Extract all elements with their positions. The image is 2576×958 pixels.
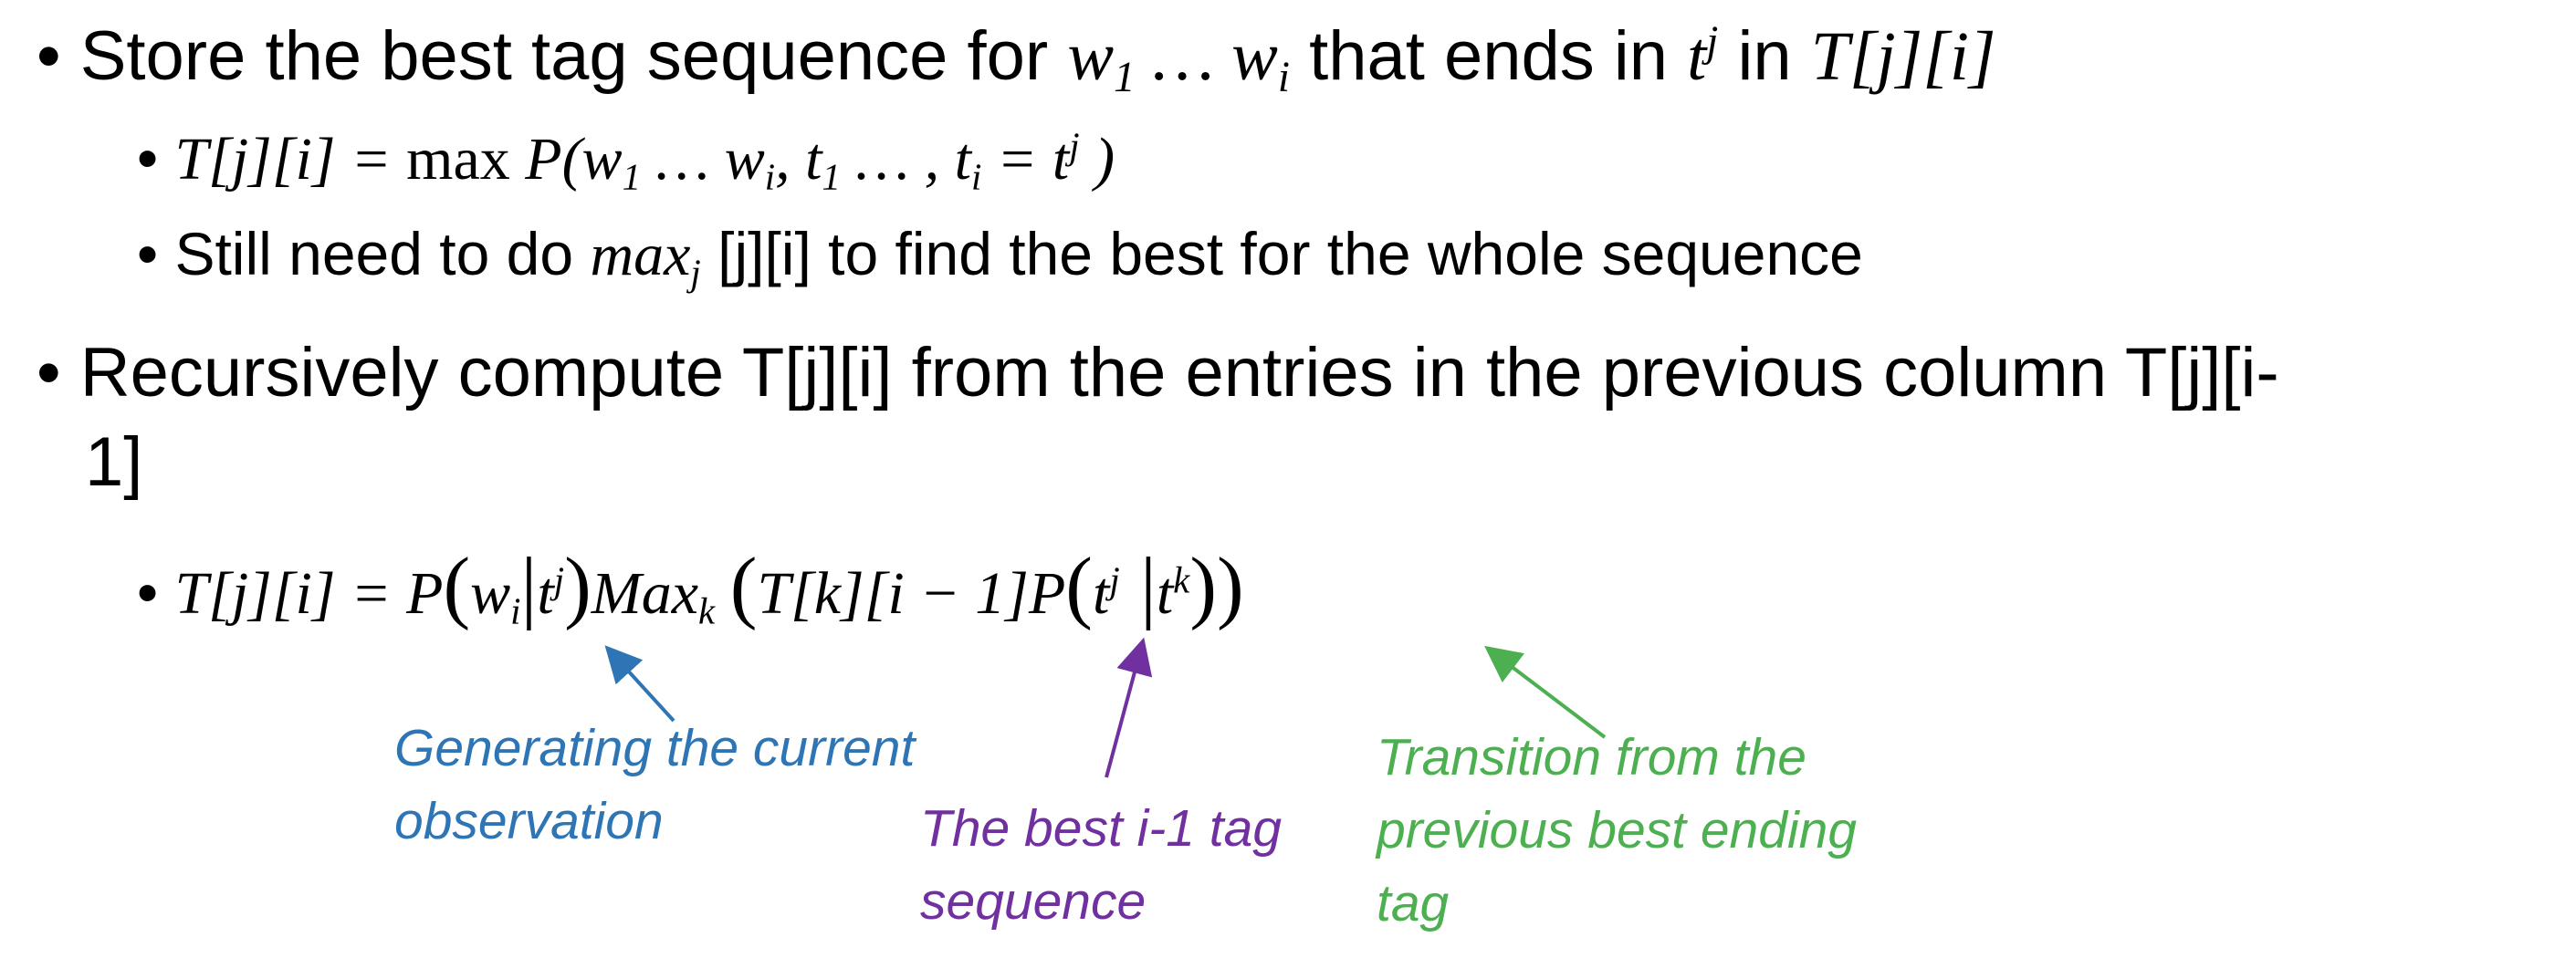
math-prob: P(w1 … wi, t1 … , ti = tj ) [525,125,1115,198]
annotation-purple-line-1: The best i-1 tag [920,799,1283,858]
math-w1: w1 [1067,18,1136,102]
annotation-blue-line-2: observation [394,792,664,850]
bullet-dot: • [37,334,80,411]
annotation-generating: Generating the current observation [394,712,915,858]
bullet-1-text: Store the best tag sequence for [79,17,1068,95]
bullet-1: • Store the best tag sequence for w1 … w… [37,16,1996,102]
bullet-2a: • T[j][i] = P(wi|tj)Maxk (T[k][i − 1]P(t… [137,540,1244,633]
bullet-2-line-1: Recursively compute T[j][i] from the ent… [79,334,2279,411]
bullet-dot: • [37,17,80,95]
math-tj: tj [1687,18,1719,95]
bullet-1-text-c: in [1718,17,1811,95]
bullet-1a: • T[j][i] = max P(w1 … wi, t1 … , ti = t… [137,123,1115,198]
annotation-green-line-2: previous best ending [1377,801,1858,859]
math-max: max [406,126,526,193]
bullet-dot: • [137,558,175,626]
math-formula: T[j][i] = P(wi|tj)Maxk (T[k][i − 1]P(tj … [174,542,1244,632]
bullet-1b: • Still need to do maxj [j][i] to find t… [137,219,1863,294]
math-wi: wi [1231,18,1290,102]
bullet-2-line-2: 1] [85,423,143,501]
annotation-green-line-3: tag [1377,874,1450,932]
bullet-1b-text-b: [j][i] to find the best for the whole se… [700,220,1863,287]
math-lhs: T[j][i] = [174,126,407,193]
bullet-1-text-b: that ends in [1289,17,1688,95]
arrow-purple [1105,637,1153,778]
annotation-blue-line-1: Generating the current [394,719,916,777]
bullet-1b-text-a: Still need to do [174,220,591,287]
annotation-green-line-1: Transition from the [1377,728,1806,786]
annotation-transition: Transition from the previous best ending… [1377,721,1857,940]
bullet-2: • Recursively compute T[j][i] from the e… [37,333,2279,412]
bullet-dot: • [137,220,175,287]
annotation-best-sequence: The best i-1 tag sequence [920,792,1282,938]
slide: • Store the best tag sequence for w1 … w… [0,0,2576,958]
bullet-2-cont: 1] [85,422,142,502]
math-maxj: maxj [590,222,701,294]
math-dots: … [1135,18,1232,95]
math-tji: T[j][i] [1810,18,1996,95]
bullet-dot: • [137,124,175,192]
annotation-purple-line-2: sequence [920,872,1147,931]
